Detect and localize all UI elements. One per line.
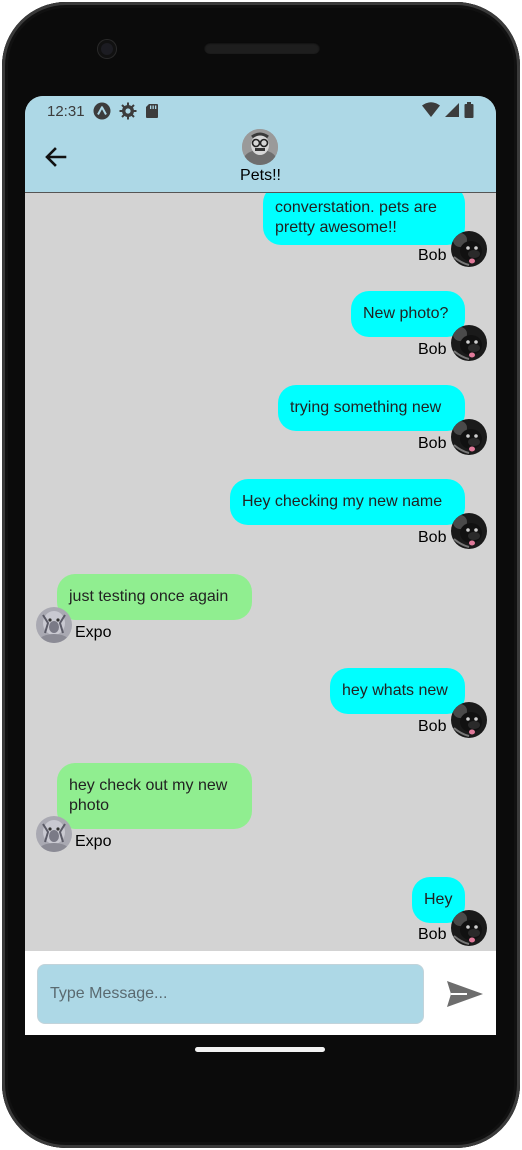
status-bar: 12:31 (25, 96, 496, 126)
message-text: New photo? (363, 305, 449, 322)
message-bubble-outgoing[interactable]: converstation. pets are pretty awesome!! (263, 193, 465, 245)
send-icon (445, 981, 485, 1013)
composer-bar (25, 951, 496, 1035)
message-text: converstation. pets are pretty awesome!! (275, 199, 437, 236)
message-text: hey check out my new photo (69, 777, 228, 814)
sender-name: Bob (418, 529, 447, 546)
sd-card-icon (145, 103, 159, 119)
expo-avatar[interactable] (36, 816, 72, 852)
settings-gear-icon (119, 102, 137, 120)
battery-icon (464, 102, 474, 122)
expo-avatar[interactable] (36, 607, 72, 643)
message-text: hey whats new (342, 682, 448, 699)
chat-header: Pets!! (25, 126, 496, 193)
message-input[interactable] (37, 964, 424, 1024)
message-bubble-incoming[interactable]: hey check out my new photo (57, 763, 252, 829)
message-bubble-outgoing[interactable]: New photo? (351, 291, 465, 337)
bob-avatar[interactable] (451, 513, 487, 549)
message-bubble-outgoing[interactable]: hey whats new (330, 668, 465, 714)
front-camera (98, 40, 116, 58)
status-time: 12:31 (47, 102, 85, 120)
sender-name: Bob (418, 435, 447, 452)
message-list[interactable]: converstation. pets are pretty awesome!!… (25, 193, 496, 951)
sender-name: Bob (418, 926, 447, 943)
home-indicator (195, 1047, 325, 1052)
group-avatar[interactable] (242, 129, 278, 165)
bob-avatar[interactable] (451, 419, 487, 455)
phone-frame: 12:31 Pets!! converstation. pets are pre… (2, 2, 520, 1148)
app-screen: 12:31 Pets!! converstation. pets are pre… (25, 96, 496, 1035)
status-indicators (422, 102, 474, 122)
sender-name: Bob (418, 247, 447, 264)
message-text: Hey (424, 891, 453, 908)
bob-avatar[interactable] (451, 231, 487, 267)
sender-name: Bob (418, 718, 447, 735)
message-bubble-outgoing[interactable]: trying something new (278, 385, 465, 431)
bob-avatar[interactable] (451, 325, 487, 361)
sender-name: Expo (75, 624, 112, 641)
bob-avatar[interactable] (451, 702, 487, 738)
expo-icon (93, 102, 111, 120)
message-text: just testing once again (69, 588, 229, 605)
message-bubble-incoming[interactable]: just testing once again (57, 574, 252, 620)
signal-icon (444, 102, 460, 122)
wifi-icon (422, 102, 440, 122)
sender-name: Expo (75, 833, 112, 850)
message-text: trying something new (290, 399, 442, 416)
earpiece-speaker (204, 42, 320, 54)
message-text: Hey checking my new name (242, 493, 443, 510)
send-button[interactable] (445, 979, 485, 1009)
message-bubble-outgoing[interactable]: Hey checking my new name (230, 479, 465, 525)
chat-title: Pets!! (240, 167, 281, 184)
bob-avatar[interactable] (451, 910, 487, 946)
sender-name: Bob (418, 341, 447, 358)
